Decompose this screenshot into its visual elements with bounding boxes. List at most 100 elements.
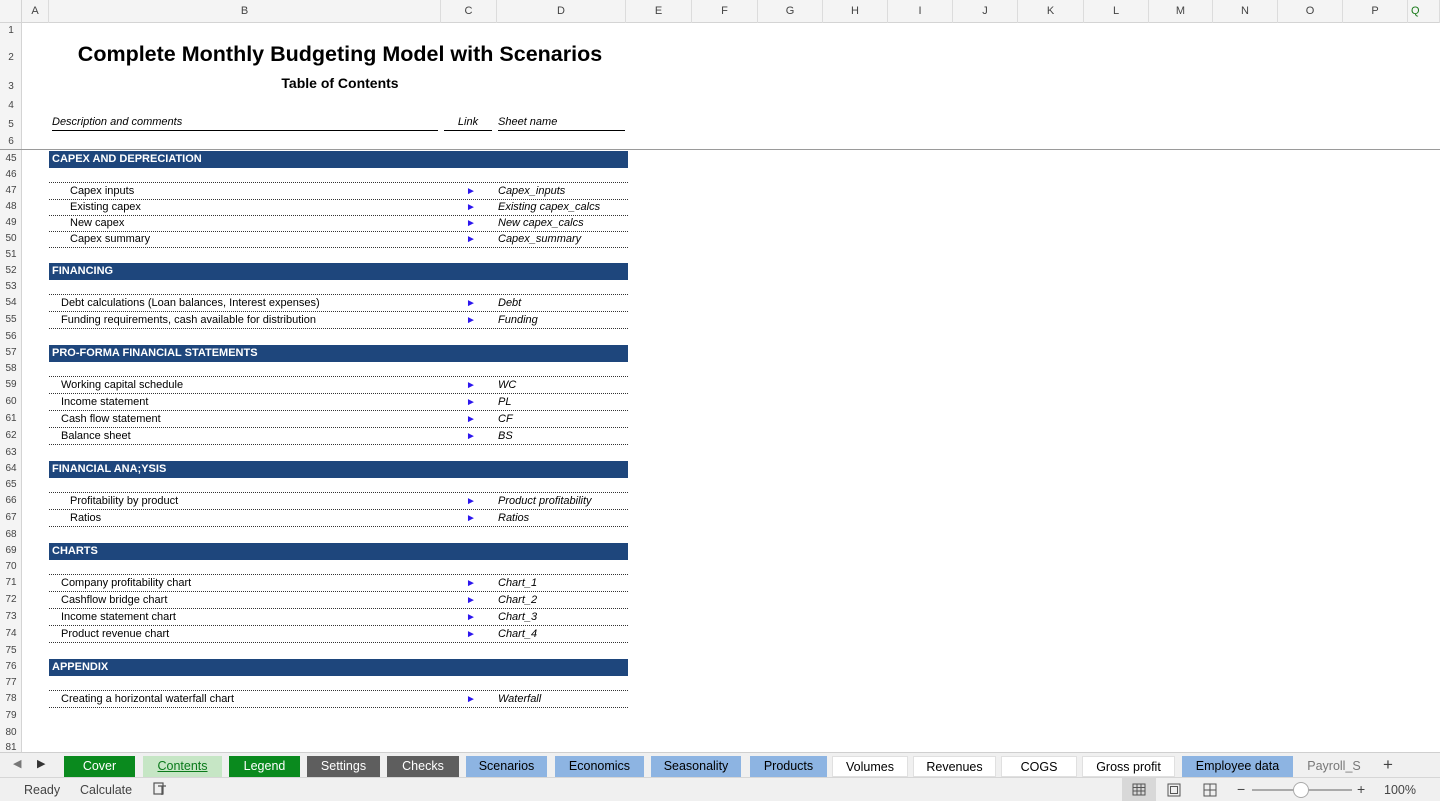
zoom-slider-thumb[interactable] <box>1293 782 1309 798</box>
sheet-tab-legend[interactable]: Legend <box>229 756 300 777</box>
row-header-75[interactable]: 75 <box>0 645 22 656</box>
row-header-77[interactable]: 77 <box>0 677 22 688</box>
row-header-51[interactable]: 51 <box>0 249 22 260</box>
row-header-53[interactable]: 53 <box>0 281 22 292</box>
row-header-49[interactable]: 49 <box>0 217 22 228</box>
row-header-45[interactable]: 45 <box>0 153 22 164</box>
sheet-tab-economics[interactable]: Economics <box>555 756 644 777</box>
sheet-tab-contents[interactable]: Contents <box>143 756 222 777</box>
column-header-a[interactable]: A <box>22 0 49 23</box>
link-arrow-icon[interactable]: ► <box>466 493 476 510</box>
page-layout-view-icon[interactable] <box>1167 783 1181 800</box>
link-arrow-icon[interactable]: ► <box>466 215 476 232</box>
row-header-56[interactable]: 56 <box>0 331 22 342</box>
sheet-name-link[interactable]: Ratios <box>498 510 529 527</box>
link-arrow-icon[interactable]: ► <box>466 183 476 200</box>
row-header-54[interactable]: 54 <box>0 297 22 308</box>
row-header-58[interactable]: 58 <box>0 363 22 374</box>
column-header-o[interactable]: O <box>1278 0 1343 23</box>
column-header-c[interactable]: C <box>441 0 497 23</box>
select-all-corner[interactable] <box>0 0 22 23</box>
link-arrow-icon[interactable]: ► <box>466 377 476 394</box>
row-header-4[interactable]: 4 <box>0 100 22 111</box>
sheet-name-link[interactable]: WC <box>498 377 516 394</box>
add-sheet-button[interactable]: + <box>1383 755 1393 775</box>
sheet-tab-scenarios[interactable]: Scenarios <box>466 756 547 777</box>
link-arrow-icon[interactable]: ► <box>466 510 476 527</box>
sheet-tab-gross-profit[interactable]: Gross profit <box>1082 756 1175 777</box>
column-header-j[interactable]: J <box>953 0 1018 23</box>
sheet-tab-products[interactable]: Products <box>750 756 827 777</box>
sheet-name-link[interactable]: Waterfall <box>498 691 541 708</box>
accessibility-icon[interactable] <box>152 781 168 800</box>
sheet-name-link[interactable]: Chart_4 <box>498 626 537 643</box>
link-arrow-icon[interactable]: ► <box>466 231 476 248</box>
row-header-66[interactable]: 66 <box>0 495 22 506</box>
sheet-tab-revenues[interactable]: Revenues <box>913 756 996 777</box>
row-header-3[interactable]: 3 <box>0 81 22 92</box>
sheet-tab-payroll-s[interactable]: Payroll_S <box>1299 756 1369 777</box>
row-header-50[interactable]: 50 <box>0 233 22 244</box>
row-header-72[interactable]: 72 <box>0 594 22 605</box>
sheet-name-link[interactable]: Product profitability <box>498 493 592 510</box>
sheet-name-link[interactable]: Chart_2 <box>498 592 537 609</box>
sheet-name-link[interactable]: New capex_calcs <box>498 215 584 232</box>
row-header-64[interactable]: 64 <box>0 463 22 474</box>
link-arrow-icon[interactable]: ► <box>466 394 476 411</box>
column-header-b[interactable]: B <box>49 0 441 23</box>
sheet-name-link[interactable]: Chart_1 <box>498 575 537 592</box>
row-header-59[interactable]: 59 <box>0 379 22 390</box>
sheet-name-link[interactable]: Existing capex_calcs <box>498 199 600 216</box>
sheet-tab-cover[interactable]: Cover <box>64 756 135 777</box>
column-header-k[interactable]: K <box>1018 0 1084 23</box>
row-header-79[interactable]: 79 <box>0 710 22 721</box>
sheet-tab-seasonality[interactable]: Seasonality <box>651 756 741 777</box>
zoom-in-button[interactable]: + <box>1357 781 1365 797</box>
column-header-l[interactable]: L <box>1084 0 1149 23</box>
sheet-name-link[interactable]: Funding <box>498 312 538 329</box>
calculate-button[interactable]: Calculate <box>80 783 132 797</box>
normal-view-icon[interactable] <box>1122 778 1156 801</box>
column-header-f[interactable]: F <box>692 0 758 23</box>
row-header-67[interactable]: 67 <box>0 512 22 523</box>
row-header-47[interactable]: 47 <box>0 185 22 196</box>
row-header-55[interactable]: 55 <box>0 314 22 325</box>
row-header-62[interactable]: 62 <box>0 430 22 441</box>
row-header-1[interactable]: 1 <box>0 25 22 36</box>
row-header-80[interactable]: 80 <box>0 727 22 738</box>
link-arrow-icon[interactable]: ► <box>466 312 476 329</box>
row-header-63[interactable]: 63 <box>0 447 22 458</box>
sheet-tab-volumes[interactable]: Volumes <box>832 756 908 777</box>
link-arrow-icon[interactable]: ► <box>466 575 476 592</box>
row-header-70[interactable]: 70 <box>0 561 22 572</box>
row-header-71[interactable]: 71 <box>0 577 22 588</box>
sheet-name-link[interactable]: BS <box>498 428 513 445</box>
link-arrow-icon[interactable]: ► <box>466 691 476 708</box>
row-header-57[interactable]: 57 <box>0 347 22 358</box>
row-header-68[interactable]: 68 <box>0 529 22 540</box>
row-header-73[interactable]: 73 <box>0 611 22 622</box>
sheet-tab-settings[interactable]: Settings <box>307 756 380 777</box>
page-break-view-icon[interactable] <box>1203 783 1217 800</box>
link-arrow-icon[interactable]: ► <box>466 626 476 643</box>
link-arrow-icon[interactable]: ► <box>466 428 476 445</box>
sheet-name-link[interactable]: CF <box>498 411 513 428</box>
link-arrow-icon[interactable]: ► <box>466 592 476 609</box>
sheet-tab-cogs[interactable]: COGS <box>1001 756 1077 777</box>
column-header-d[interactable]: D <box>497 0 626 23</box>
row-header-52[interactable]: 52 <box>0 265 22 276</box>
sheet-name-link[interactable]: PL <box>498 394 511 411</box>
row-header-2[interactable]: 2 <box>0 52 22 63</box>
sheet-name-link[interactable]: Capex_summary <box>498 231 581 248</box>
row-header-5[interactable]: 5 <box>0 119 22 130</box>
next-sheet-icon[interactable]: ▶ <box>37 757 45 770</box>
row-header-48[interactable]: 48 <box>0 201 22 212</box>
row-header-76[interactable]: 76 <box>0 661 22 672</box>
column-header-i[interactable]: I <box>888 0 953 23</box>
link-arrow-icon[interactable]: ► <box>466 609 476 626</box>
zoom-out-button[interactable]: − <box>1237 781 1245 797</box>
column-header-h[interactable]: H <box>823 0 888 23</box>
column-header-q[interactable]: Q <box>1408 0 1440 23</box>
column-header-m[interactable]: M <box>1149 0 1213 23</box>
sheet-tab-employee-data[interactable]: Employee data <box>1182 756 1293 777</box>
